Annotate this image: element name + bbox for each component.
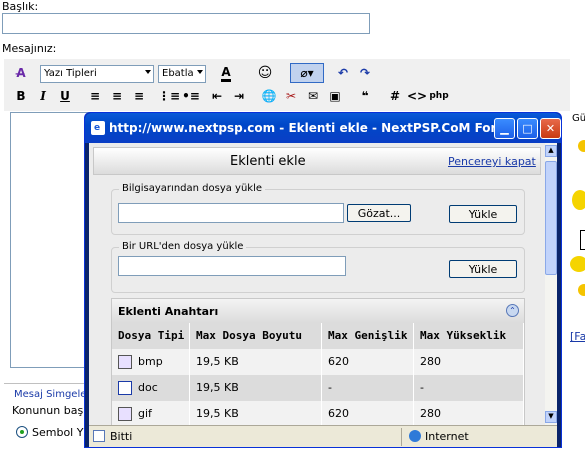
php-icon[interactable]: php: [429, 87, 448, 105]
smiley-icon[interactable]: ☺: [256, 64, 274, 82]
scroll-down-icon[interactable]: ▼: [545, 411, 557, 423]
smiley-icon-3[interactable]: [570, 256, 585, 272]
upload-local-button[interactable]: Yükle: [449, 205, 517, 223]
side-link[interactable]: [Fa: [570, 330, 585, 343]
popup-header-bar: Eklenti ekle Pencereyi kapat: [93, 147, 541, 175]
height-cell: 280: [414, 349, 524, 375]
status-text: Bitti: [110, 430, 133, 443]
topic-label: Konunun baş: [12, 404, 84, 417]
image-icon[interactable]: ▣: [326, 87, 344, 105]
redo-icon[interactable]: ↷: [356, 64, 374, 82]
side-label: Gü: [572, 113, 585, 124]
smiley-icon-4[interactable]: [578, 284, 585, 296]
maximize-button[interactable]: □: [517, 118, 538, 139]
outdent-icon[interactable]: ⇤: [208, 87, 226, 105]
globe-icon: [409, 430, 421, 442]
size-cell: 19,5 KB: [190, 401, 322, 425]
message-label: Mesajınız:: [2, 42, 57, 55]
align-right-icon[interactable]: ≡: [130, 87, 148, 105]
email-icon[interactable]: ✉: [304, 87, 322, 105]
align-left-icon[interactable]: ≡: [86, 87, 104, 105]
underline-icon[interactable]: U: [56, 87, 74, 105]
subject-input[interactable]: [2, 13, 370, 34]
table-row: doc 19,5 KB - -: [112, 375, 524, 401]
bold-icon[interactable]: B: [12, 87, 30, 105]
vertical-scrollbar[interactable]: ▲ ▼: [545, 143, 557, 425]
size-cell: 19,5 KB: [190, 375, 322, 401]
status-divider: [401, 428, 402, 446]
bmp-file-icon: [118, 355, 132, 369]
side-box: [580, 230, 585, 250]
size-select[interactable]: Ebatla: [158, 65, 206, 83]
close-button[interactable]: ✕: [540, 118, 561, 139]
radio-button[interactable]: [16, 426, 28, 438]
url-upload-label: Bir URL'den dosya yükle: [119, 241, 247, 252]
quote-icon[interactable]: ❝: [356, 87, 374, 105]
editor-toolbar: A̶ Yazı Tipleri Ebatla A ☺ ⌀▾ ↶ ↷ B I U …: [4, 59, 570, 111]
attachment-popup-window: e http://www.nextpsp.com - Eklenti ekle …: [84, 112, 562, 448]
height-cell: 280: [414, 401, 524, 425]
keys-title: Eklenti Anahtarı: [118, 305, 219, 318]
attachment-icon[interactable]: ⌀▾: [290, 63, 324, 83]
text-color-icon[interactable]: A: [214, 64, 238, 82]
indent-icon[interactable]: ⇥: [230, 87, 248, 105]
browse-button[interactable]: Gözat...: [347, 204, 411, 222]
radio-label: Sembol Y: [32, 426, 84, 439]
smiley-icon-1[interactable]: [578, 140, 585, 152]
popup-statusbar: Bitti Internet: [89, 425, 557, 447]
col-type: Dosya Tipi: [112, 323, 190, 349]
code-icon[interactable]: #: [386, 87, 404, 105]
width-cell: 620: [322, 401, 414, 425]
local-file-input[interactable]: [118, 203, 344, 223]
undo-icon[interactable]: ↶: [334, 64, 352, 82]
type-cell: doc: [112, 375, 190, 401]
ordered-list-icon[interactable]: ⋮≡: [158, 87, 180, 105]
table-row: bmp 19,5 KB 620 280: [112, 349, 524, 375]
type-cell: gif: [112, 401, 190, 425]
url-input[interactable]: [118, 256, 346, 276]
collapse-icon[interactable]: ⌃: [506, 304, 519, 317]
popup-titlebar[interactable]: e http://www.nextpsp.com - Eklenti ekle …: [85, 113, 561, 143]
attachment-keys-panel: Eklenti Anahtarı ⌃ Dosya Tipi Max Dosya …: [111, 298, 525, 426]
type-cell: bmp: [112, 349, 190, 375]
align-center-icon[interactable]: ≡: [108, 87, 126, 105]
width-cell: 620: [322, 349, 414, 375]
close-window-link[interactable]: Pencereyi kapat: [448, 155, 536, 168]
remove-format-icon[interactable]: A̶: [12, 64, 30, 82]
bullet-list-icon[interactable]: •≡: [182, 87, 200, 105]
link-icon[interactable]: 🌐: [260, 87, 278, 105]
scroll-up-icon[interactable]: ▲: [545, 145, 557, 157]
page-status-icon: [93, 430, 105, 442]
message-textarea[interactable]: [10, 112, 92, 368]
popup-heading: Eklenti ekle: [230, 154, 306, 169]
doc-file-icon: [118, 381, 132, 395]
keys-header: Eklenti Anahtarı ⌃: [112, 299, 524, 323]
upload-url-button[interactable]: Yükle: [449, 260, 517, 278]
popup-title: http://www.nextpsp.com - Eklenti ekle - …: [109, 121, 509, 135]
local-upload-label: Bilgisayarından dosya yükle: [119, 183, 266, 194]
html-icon[interactable]: <>: [407, 87, 427, 105]
popup-content: Eklenti ekle Pencereyi kapat Bilgisayarı…: [89, 143, 557, 426]
col-size: Max Dosya Boyutu: [190, 323, 322, 349]
height-cell: -: [414, 375, 524, 401]
width-cell: -: [322, 375, 414, 401]
ie-page-icon: e: [91, 121, 105, 135]
message-icons-label: Mesaj Simgeleri: [14, 389, 94, 400]
size-cell: 19,5 KB: [190, 349, 322, 375]
col-width: Max Genişlik: [322, 323, 414, 349]
col-height: Max Yükseklik: [414, 323, 524, 349]
unlink-icon[interactable]: ✂: [282, 87, 300, 105]
zone-text: Internet: [425, 430, 469, 443]
gif-file-icon: [118, 407, 132, 421]
italic-icon[interactable]: I: [34, 87, 52, 105]
font-select[interactable]: Yazı Tipleri: [40, 65, 154, 83]
minimize-button[interactable]: ▁: [494, 118, 515, 139]
scroll-thumb[interactable]: [545, 161, 557, 275]
smiley-icon-2[interactable]: [572, 190, 585, 210]
table-row: gif 19,5 KB 620 280: [112, 401, 524, 425]
subject-label: Başlık:: [2, 0, 39, 13]
table-header-row: Dosya Tipi Max Dosya Boyutu Max Genişlik…: [112, 323, 524, 349]
